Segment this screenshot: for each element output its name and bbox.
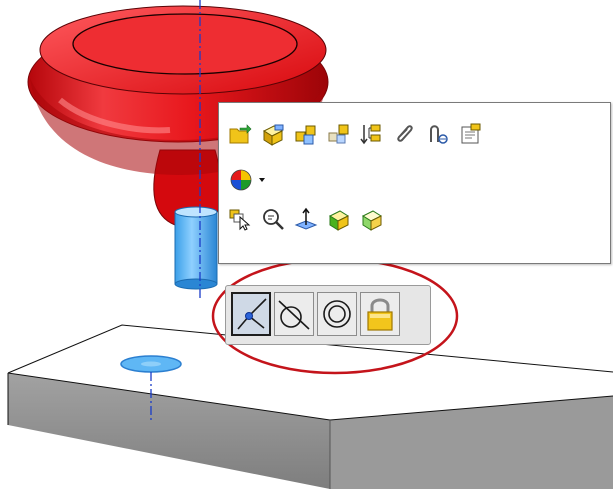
zoom-to-selection-icon[interactable] (260, 206, 286, 232)
normal-to-icon[interactable] (293, 206, 319, 232)
appearance-dropdown[interactable] (227, 167, 271, 193)
open-part-icon[interactable] (227, 121, 253, 147)
appearance-dropdown-icon (230, 169, 265, 191)
plate-part[interactable] (7, 324, 613, 489)
isolate-icon[interactable] (326, 121, 352, 147)
hide-components-icon[interactable] (293, 121, 319, 147)
coincident-mate-icon (237, 298, 267, 330)
context-toolbar-row-1 (227, 119, 491, 149)
properties-icon[interactable] (458, 121, 484, 147)
pin-part[interactable] (174, 206, 218, 290)
context-toolbar-row-3 (227, 204, 392, 234)
coincident-mate-button[interactable] (231, 292, 271, 336)
paperclip-icon[interactable] (392, 121, 418, 147)
context-toolbar (218, 102, 611, 264)
concentric-mate-button[interactable] (317, 292, 357, 336)
context-toolbar-row-2 (227, 165, 278, 195)
edit-solid-icon[interactable] (326, 206, 352, 232)
select-other-icon[interactable] (227, 206, 253, 232)
tangent-mate-button[interactable] (274, 292, 314, 336)
lock-mate-icon (367, 298, 393, 331)
mate-toolbar (225, 285, 431, 345)
edit-component-icon[interactable] (260, 121, 286, 147)
component-tree-icon[interactable] (359, 121, 385, 147)
view-mates-icon[interactable] (425, 121, 451, 147)
tangent-mate-icon (278, 300, 310, 330)
lock-mate-button[interactable] (360, 292, 400, 336)
concentric-mate-icon (323, 300, 351, 328)
transparency-icon[interactable] (359, 206, 385, 232)
